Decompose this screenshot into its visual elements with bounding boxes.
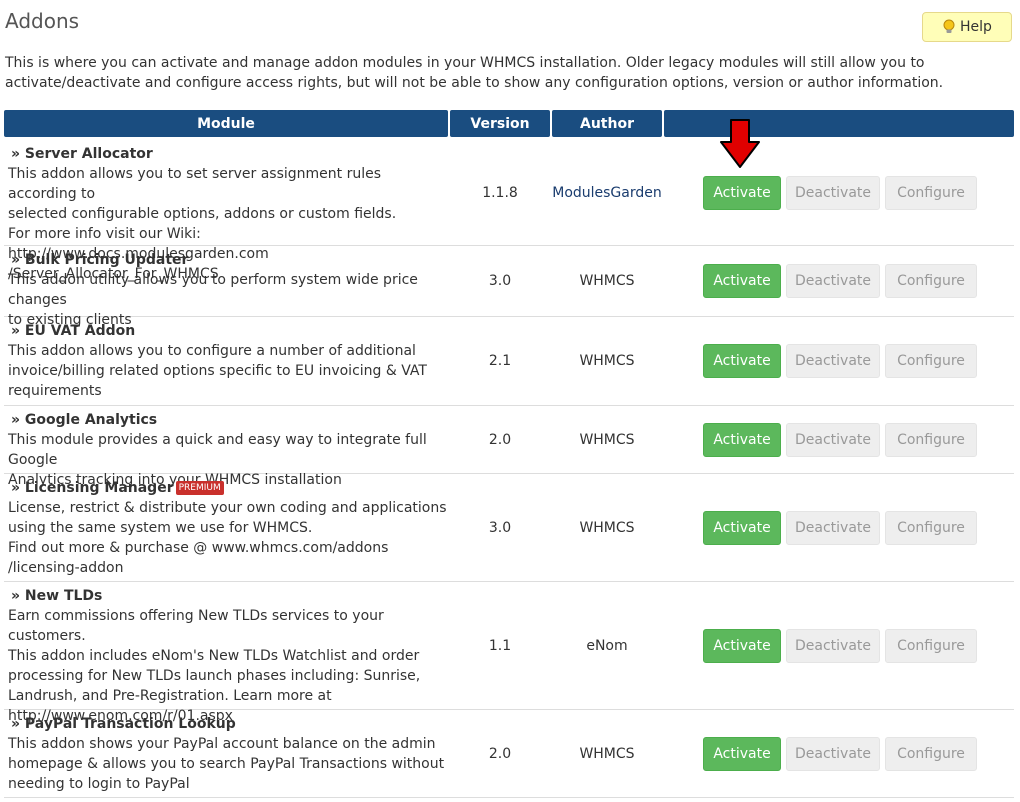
configure-button[interactable]: Configure: [885, 264, 977, 298]
deactivate-button[interactable]: Deactivate: [786, 510, 880, 545]
page-title: Addons: [5, 9, 80, 33]
table-header: Module Version Author: [4, 110, 1014, 137]
table-row: » PayPal Transaction Lookup This addon sh…: [4, 710, 1014, 798]
table-row: » Server Allocator This addon allows you …: [4, 140, 1014, 282]
module-cell: » PayPal Transaction Lookup This addon sh…: [8, 714, 448, 794]
action-buttons: Activate Deactivate Configure: [703, 317, 982, 405]
table-row: » New TLDs Earn commissions offering New …: [4, 582, 1014, 724]
configure-button[interactable]: Configure: [885, 175, 977, 210]
module-name: » PayPal Transaction Lookup: [11, 716, 236, 732]
module-name: » Bulk Pricing Updater: [11, 252, 189, 268]
red-arrow-down-icon: [720, 119, 760, 168]
activate-button[interactable]: Activate: [703, 510, 781, 545]
module-description-line: This addon allows you to set server assi…: [8, 166, 382, 202]
version-cell: 1.1.8: [482, 184, 518, 201]
configure-button[interactable]: Configure: [885, 344, 977, 378]
lightbulb-icon: [942, 19, 956, 35]
configure-button[interactable]: Configure: [885, 510, 977, 545]
module-name-line: » EU VAT Addon: [8, 321, 448, 341]
author-cell: ModulesGarden: [552, 184, 662, 201]
configure-button[interactable]: Configure: [885, 628, 977, 663]
module-name: » New TLDs: [11, 588, 103, 604]
author-cell: WHMCS: [579, 273, 635, 289]
module-description-line: selected configurable options, addons or…: [8, 206, 397, 222]
module-name: » Server Allocator: [11, 146, 153, 162]
module-name-line: » New TLDs: [8, 586, 448, 606]
author-cell: eNom: [586, 637, 628, 654]
activate-button[interactable]: Activate: [703, 344, 781, 378]
module-description-line: invoice/billing related options specific…: [8, 363, 427, 379]
action-buttons: Activate Deactivate Configure: [703, 474, 982, 581]
intro-text: This is where you can activate and manag…: [5, 55, 944, 91]
deactivate-button[interactable]: Deactivate: [786, 344, 880, 378]
table-row: » Licensing Manager PREMIUM License, restr…: [4, 474, 1014, 582]
module-description-line: using the same system we use for WHMCS.: [8, 520, 313, 536]
module-description-line: Landrush, and Pre-Registration. Learn mo…: [8, 688, 332, 704]
activate-button[interactable]: Activate: [703, 264, 781, 298]
author-cell: WHMCS: [579, 745, 635, 762]
configure-button[interactable]: Configure: [885, 422, 977, 457]
module-name: » EU VAT Addon: [11, 323, 136, 339]
deactivate-button[interactable]: Deactivate: [786, 736, 880, 771]
module-description-line: License, restrict & distribute your own …: [8, 500, 447, 516]
configure-button[interactable]: Configure: [885, 736, 977, 771]
premium-badge: PREMIUM: [175, 481, 224, 495]
action-buttons: Activate Deactivate Configure: [703, 406, 982, 473]
activate-button[interactable]: Activate: [703, 736, 781, 771]
table-row: » Google Analytics This module provides a…: [4, 406, 1014, 488]
column-header-version[interactable]: Version: [450, 110, 550, 137]
module-description-line: /licensing-addon: [8, 560, 124, 576]
module-name-line: » Bulk Pricing Updater: [8, 250, 448, 270]
version-cell: 2.0: [488, 745, 512, 762]
version-cell: 2.0: [488, 431, 512, 448]
deactivate-button[interactable]: Deactivate: [786, 422, 880, 457]
module-description-line: Earn commissions offering New TLDs servi…: [8, 608, 384, 644]
author-cell: WHMCS: [579, 519, 635, 536]
module-description-line: homepage & allows you to search PayPal T…: [8, 756, 445, 772]
column-header-module[interactable]: Module: [4, 110, 448, 137]
module-cell: » EU VAT Addon This addon allows you to c…: [8, 321, 448, 401]
action-buttons: Activate Deactivate Configure: [703, 246, 982, 316]
author-cell: WHMCS: [579, 353, 635, 369]
version-cell: 3.0: [488, 519, 512, 536]
help-label: Help: [960, 19, 992, 35]
module-cell: » Licensing Manager PREMIUM License, restr…: [8, 478, 448, 578]
activate-button[interactable]: Activate: [703, 422, 781, 457]
module-name: » Licensing Manager: [11, 480, 174, 496]
module-description-line: needing to login to PayPal: [8, 776, 190, 792]
author-cell: WHMCS: [579, 431, 635, 448]
module-description-line: Find out more & purchase @ www.whmcs.com…: [8, 540, 389, 556]
help-button[interactable]: Help: [922, 12, 1012, 42]
deactivate-button[interactable]: Deactivate: [786, 264, 880, 298]
table-row: » Bulk Pricing Updater This addon utility…: [4, 246, 1014, 328]
module-name-line: » Server Allocator: [8, 144, 448, 164]
module-description-line: processing for New TLDs launch phases in…: [8, 668, 421, 684]
column-header-author[interactable]: Author: [552, 110, 662, 137]
module-name: » Google Analytics: [11, 412, 158, 428]
module-description-line: This addon allows you to configure a num…: [8, 343, 416, 359]
module-description-line: This module provides a quick and easy wa…: [8, 432, 427, 468]
module-description-line: This addon shows your PayPal account bal…: [8, 736, 436, 752]
action-buttons: Activate Deactivate Configure: [703, 582, 982, 709]
activate-button[interactable]: Activate: [703, 628, 781, 663]
module-name-line: » PayPal Transaction Lookup: [8, 714, 448, 734]
version-cell: 3.0: [488, 273, 512, 289]
activate-button[interactable]: Activate: [703, 175, 781, 210]
deactivate-button[interactable]: Deactivate: [786, 175, 880, 210]
column-header-actions: [664, 110, 1014, 137]
version-cell: 2.1: [488, 353, 512, 369]
action-buttons: Activate Deactivate Configure: [703, 710, 982, 797]
module-name-line: » Google Analytics: [8, 410, 448, 430]
module-description-line: requirements: [8, 383, 102, 399]
module-description-line: This addon utility allows you to perform…: [8, 272, 418, 308]
module-name-line: » Licensing Manager PREMIUM: [8, 478, 448, 498]
module-description-line: This addon includes eNom's New TLDs Watc…: [8, 648, 420, 664]
deactivate-button[interactable]: Deactivate: [786, 628, 880, 663]
module-cell: » New TLDs Earn commissions offering New …: [8, 586, 448, 726]
version-cell: 1.1: [488, 637, 512, 654]
table-row: » EU VAT Addon This addon allows you to c…: [4, 317, 1014, 406]
